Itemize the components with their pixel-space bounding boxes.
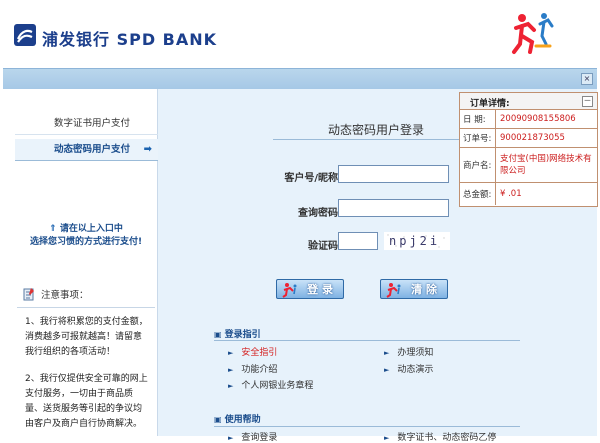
mascot-logo-icon (512, 13, 554, 54)
clear-button[interactable]: 清 除 (380, 279, 448, 299)
captcha-label: 验证码: (308, 241, 342, 252)
order-details-panel: 订单详情: － 日 期: 20090908155806 订单号: 9000218… (459, 92, 598, 207)
order-row-merchant: 商户名: 支付宝(中国)网络技术有限公司 (460, 148, 597, 183)
captcha-input[interactable] (338, 232, 378, 250)
link-safety-guide[interactable]: ► 安全指引 (228, 345, 277, 358)
order-details-header: 订单详情: － (460, 93, 597, 110)
order-label: 总金额: (460, 183, 496, 205)
arrow-up-icon: ⇑ (49, 224, 57, 234)
order-value: ¥ .01 (500, 189, 522, 199)
header: 浦发银行 SPD BANK (0, 0, 600, 68)
customer-id-input[interactable] (338, 165, 449, 183)
arrow-right-icon: ➡ (143, 144, 152, 155)
hint-text: 请在以上入口中 选择您习惯的方式进行支付! (29, 224, 143, 247)
spdb-logo-icon (14, 24, 36, 46)
notice-title: 注意事项： (41, 290, 89, 301)
bank-name: 浦发银行 SPD BANK (42, 30, 218, 49)
query-password-label: 查询密码: (298, 208, 342, 219)
mascot-icon (282, 283, 297, 298)
order-value: 900021873055 (500, 133, 565, 143)
square-arrow-icon: ▣ (214, 330, 222, 339)
sidebar-item-otp-payment[interactable]: 动态密码用户支付 ➡ (15, 139, 158, 161)
sidebar: 数字证书用户支付 动态密码用户支付 ➡ ⇑ 请在以上入口中 选择您习惯的方式进行… (3, 89, 158, 436)
order-value: 20090908155806 (500, 114, 576, 124)
order-details-title: 订单详情: (470, 99, 510, 109)
sidebar-item-cert-payment[interactable]: 数字证书用户支付 (15, 113, 158, 135)
sidebar-item-label: 数字证书用户支付 (53, 118, 130, 129)
arrow-right-icon: ► (228, 349, 234, 357)
captcha-image[interactable]: npj2i (384, 232, 450, 250)
link-feature-intro[interactable]: ► 功能介绍 (228, 362, 277, 375)
notepad-icon (23, 288, 34, 301)
link-demo[interactable]: ► 动态演示 (384, 362, 433, 375)
order-row-amount: 总金额: ¥ .01 (460, 183, 597, 205)
divider (214, 426, 520, 427)
top-toolbar: × (3, 68, 597, 90)
order-label: 商户名: (460, 148, 496, 182)
notice-item: 1、我行将积累您的支付金额，消费越多可报就越高！请留意我行组织的各项活动！ (25, 317, 148, 357)
query-password-input[interactable] (338, 199, 449, 217)
link-application-notes[interactable]: ► 办理须知 (384, 345, 433, 358)
notice-item: 2、我行仅提供安全可靠的网上支付服务，一切由于商品质量、送货服务等引起的争议均由… (25, 374, 148, 429)
order-row-date: 日 期: 20090908155806 (460, 110, 597, 129)
link-banking-regulations[interactable]: ► 个人网银业务章程 (228, 378, 313, 391)
login-button[interactable]: 登 录 (276, 279, 344, 299)
captcha-text: npj2i (389, 234, 440, 248)
mascot-icon (386, 283, 401, 298)
login-button-label: 登 录 (307, 283, 333, 296)
customer-id-label: 客户号/昵称: (284, 173, 342, 184)
arrow-right-icon: ► (228, 366, 234, 374)
clear-button-label: 清 除 (411, 283, 437, 296)
arrow-right-icon: ► (228, 382, 234, 390)
sidebar-hint: ⇑ 请在以上入口中 选择您习惯的方式进行支付! (17, 223, 155, 249)
link-cert-otp[interactable]: ► 数字证书、动态密码乙停 (384, 430, 496, 443)
notice-header: 注意事项： (17, 285, 155, 308)
arrow-right-icon: ► (384, 349, 390, 357)
arrow-right-icon: ► (228, 434, 234, 442)
order-row-number: 订单号: 900021873055 (460, 129, 597, 148)
help-section-title: ▣ 使用帮助 (214, 415, 261, 425)
restore-icon[interactable]: × (581, 73, 593, 85)
order-label: 日 期: (460, 110, 496, 128)
sidebar-item-label: 动态密码用户支付 (53, 144, 130, 155)
arrow-right-icon: ► (384, 366, 390, 374)
divider (214, 340, 520, 341)
link-query-login[interactable]: ► 查询登录 (228, 430, 277, 443)
collapse-icon[interactable]: － (582, 96, 593, 107)
page-title: 动态密码用户登录 (328, 123, 425, 137)
guide-section-title: ▣ 登录指引 (214, 330, 261, 340)
square-arrow-icon: ▣ (214, 415, 222, 424)
order-label: 订单号: (460, 129, 496, 147)
arrow-right-icon: ► (384, 434, 390, 442)
order-value: 支付宝(中国)网络技术有限公司 (500, 154, 592, 176)
